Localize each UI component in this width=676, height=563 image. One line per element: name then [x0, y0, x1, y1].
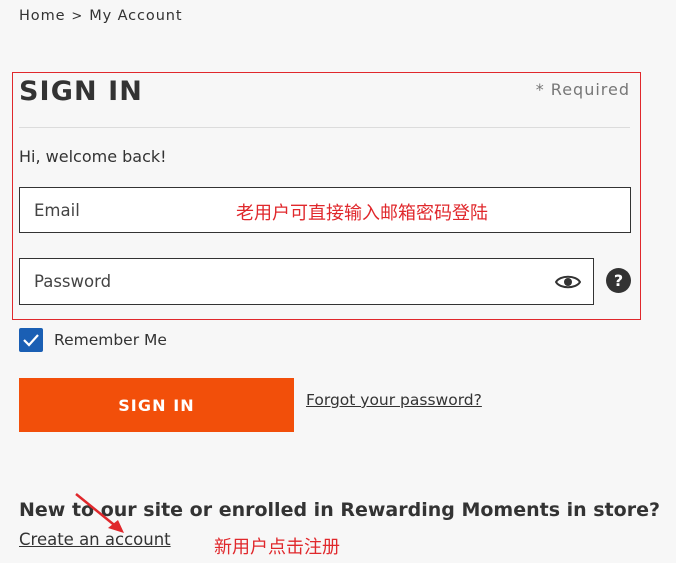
- breadcrumb-home[interactable]: Home: [19, 8, 65, 24]
- breadcrumb-separator: >: [71, 9, 84, 24]
- annotation-register-note: 新用户点击注册: [214, 537, 340, 558]
- welcome-text: Hi, welcome back!: [19, 147, 167, 166]
- remember-me-checkbox[interactable]: [19, 328, 43, 352]
- annotation-arrow: [75, 493, 124, 533]
- breadcrumb: Home > My Account: [19, 8, 182, 24]
- forgot-password-link[interactable]: Forgot your password?: [306, 391, 482, 409]
- divider: [19, 127, 630, 128]
- annotation-login-note: 老用户可直接输入邮箱密码登陆: [236, 203, 488, 224]
- sign-in-button[interactable]: SIGN IN: [19, 378, 294, 432]
- password-field[interactable]: [20, 259, 593, 304]
- required-note: * Required: [535, 80, 630, 99]
- help-icon[interactable]: ?: [606, 268, 631, 293]
- check-icon: [23, 334, 39, 347]
- password-field-wrapper: [19, 258, 594, 305]
- page-title: SIGN IN: [19, 76, 143, 107]
- eye-icon[interactable]: [554, 271, 582, 293]
- remember-me-label[interactable]: Remember Me: [54, 331, 167, 349]
- breadcrumb-current: My Account: [89, 8, 183, 24]
